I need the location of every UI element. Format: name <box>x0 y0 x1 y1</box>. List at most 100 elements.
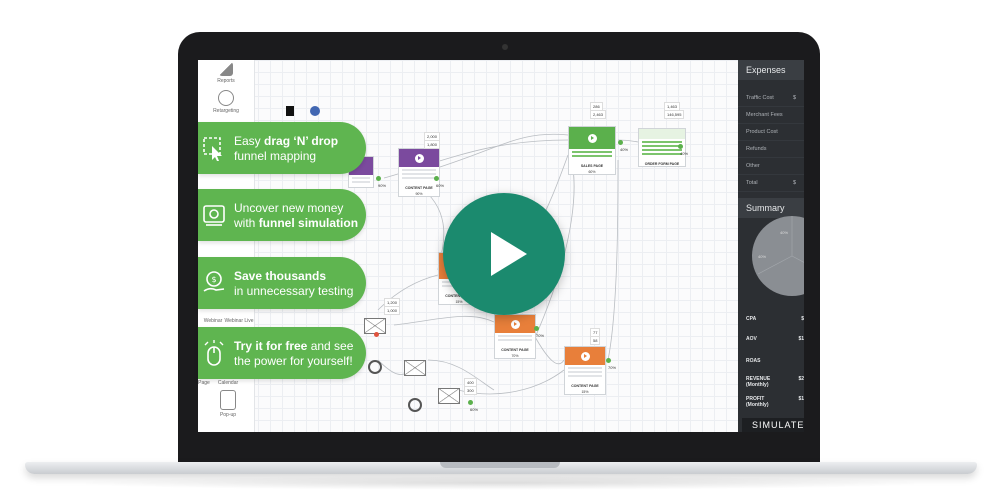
email-node-icon[interactable] <box>404 360 426 376</box>
status-dot <box>376 176 381 181</box>
pill-save-thousands: $ Save thousands in unnecessary testing <box>198 257 366 309</box>
traffic-source-icon[interactable] <box>368 360 382 374</box>
popup-icon <box>220 390 236 410</box>
funnel-node-content-top[interactable]: CONTENT PAGE 90% <box>398 148 440 197</box>
funnel-simulation-icon <box>203 205 225 226</box>
node-percent: 70% <box>511 354 519 358</box>
expense-label: Product Cost <box>746 129 778 135</box>
reports-icon <box>219 62 233 76</box>
palette-item-reports[interactable]: Reports <box>206 62 246 84</box>
play-icon <box>510 319 520 329</box>
status-dot <box>618 140 623 145</box>
expense-row: Other <box>738 158 804 175</box>
connection-line <box>423 133 569 173</box>
node-percent: 90% <box>415 192 423 196</box>
funnel-node-sales[interactable]: SALES PAGE 60% <box>568 126 616 175</box>
pill-text: Uncover new money with funnel simulation <box>234 201 358 231</box>
pill-line2: the power for yourself! <box>234 354 353 368</box>
play-icon <box>491 232 527 276</box>
palette-label: Webinar <box>203 318 223 324</box>
laptop-shadow <box>60 476 940 490</box>
pill-line1-bold: drag ‘N’ drop <box>264 134 339 148</box>
metric-value: $ <box>801 316 804 322</box>
node-preview <box>399 167 439 183</box>
expense-row: Product Cost <box>738 124 804 141</box>
pill-line1-post: and see <box>307 339 354 353</box>
node-title: CONTENT PAGE <box>571 384 599 388</box>
status-dot <box>606 358 611 363</box>
mouse-click-icon <box>204 340 224 366</box>
status-dot <box>534 326 539 331</box>
palette-label: Retargeting <box>213 108 239 114</box>
connection-line <box>427 359 495 391</box>
palette-item-calendar[interactable]: Calendar <box>214 380 242 386</box>
metric-value: $1 <box>798 336 804 342</box>
pill-line2: funnel mapping <box>234 149 317 163</box>
play-icon <box>414 153 424 163</box>
palette-item-retargeting[interactable]: Retargeting <box>206 90 246 114</box>
page-icon[interactable] <box>286 106 294 116</box>
node-stat-badge: 1,000 <box>384 306 401 315</box>
pill-line1-pre: Uncover new money <box>234 201 344 215</box>
node-percent: 15% <box>581 390 589 394</box>
node-header <box>399 149 439 167</box>
metric-row: REVENUE (Monthly) $2 <box>746 376 804 388</box>
palette-label: Calendar <box>217 380 239 386</box>
node-preview <box>565 365 605 381</box>
expense-label: Other <box>746 163 760 169</box>
email-node-icon[interactable] <box>438 388 460 404</box>
funnel-node-content-low[interactable]: CONTENT PAGE 70% <box>494 314 536 359</box>
pill-line1-bold: Save thousands <box>234 269 327 283</box>
video-play-button[interactable] <box>443 193 565 315</box>
pie-label: 40% <box>780 230 789 235</box>
metric-label: ROAS <box>746 358 761 364</box>
pill-line2-pre: with <box>234 216 259 230</box>
percent-label: 90% <box>378 183 387 188</box>
facebook-icon[interactable] <box>310 106 320 116</box>
status-dot <box>468 400 473 405</box>
connection-line <box>533 334 565 365</box>
palette-item-webinar-live[interactable]: Webinar Live <box>224 318 254 324</box>
node-preview <box>349 175 373 187</box>
connection-line <box>393 315 495 326</box>
percent-label: 60% <box>436 183 445 188</box>
metric-row: CPA $ <box>746 316 804 322</box>
percent-label: 40% <box>680 151 689 156</box>
expense-row: Total $ <box>738 175 804 192</box>
palette-item-popup[interactable]: Pop-up <box>216 390 240 418</box>
money-hand-icon: $ <box>203 271 225 292</box>
expense-row: Merchant Fees <box>738 107 804 124</box>
traffic-source-icon[interactable] <box>408 398 422 412</box>
metric-label: CPA <box>746 316 757 322</box>
expense-label: Refunds <box>746 146 767 152</box>
node-stat-badge: 146,595 <box>664 110 685 119</box>
play-icon <box>580 351 590 361</box>
expense-value: $ <box>792 180 796 186</box>
node-header <box>639 129 685 139</box>
node-stat-badge: 1,800 <box>424 140 441 149</box>
pill-text: Try it for free and see the power for yo… <box>234 339 353 369</box>
simulate-button[interactable]: SIMULATE <box>742 418 804 432</box>
palette-item-webinar[interactable]: Webinar <box>200 318 226 324</box>
metric-label: REVENUE (Monthly) <box>746 376 771 388</box>
pill-drag-drop: Easy drag ‘N’ drop funnel mapping <box>198 122 366 174</box>
pill-line2: in unnecessary testing <box>234 284 354 298</box>
node-title: ORDER FORM PAGE <box>644 162 680 166</box>
metric-value: $2 <box>798 376 804 382</box>
metric-value: $1 <box>798 396 804 402</box>
node-title: CONTENT PAGE <box>501 348 529 352</box>
node-header <box>495 315 535 333</box>
palette-item-page[interactable]: Page <box>198 380 210 386</box>
pill-try-free[interactable]: Try it for free and see the power for yo… <box>198 327 366 379</box>
percent-label: 70% <box>536 333 545 338</box>
funnel-node-content-right[interactable]: CONTENT PAGE 15% <box>564 346 606 395</box>
laptop-notch <box>440 462 560 468</box>
pill-line1-bold: Try it for free <box>234 339 308 353</box>
node-preview <box>495 333 535 345</box>
metric-row: AOV $1 <box>746 336 804 342</box>
node-stat-badge: 300 <box>464 386 477 395</box>
stats-sidebar: Expenses Traffic Cost $ Merchant Fees Pro… <box>738 60 804 432</box>
percent-label: 60% <box>470 407 479 412</box>
status-dot <box>374 332 379 337</box>
palette-label: Webinar Live <box>224 318 254 324</box>
